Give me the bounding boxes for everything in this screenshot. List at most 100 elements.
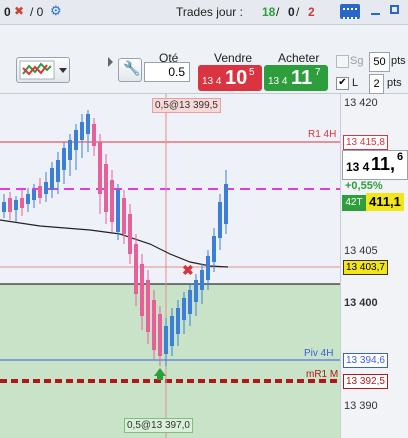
orders-count: / 0 xyxy=(30,5,44,19)
candle-body xyxy=(8,198,12,212)
buy-price-main: 11 xyxy=(291,67,313,89)
order-toolbar: 🔧 Qté 0.5 Vendre 13 4 10 5 Acheter 13 4 … xyxy=(0,25,408,94)
minimize-icon[interactable] xyxy=(371,13,380,15)
pivot-value-tag: 13 394,6 xyxy=(343,353,388,368)
top-status-bar: 0 ✖ / 0 ⚙ Trades jour : 18 / 0 / 2 xyxy=(0,0,408,25)
axis-tick: 13 405 xyxy=(344,245,378,257)
trades-sep: / xyxy=(296,5,300,19)
axis-tick: 13 390 xyxy=(344,400,378,412)
keyboard-icon[interactable] xyxy=(340,4,360,19)
candle-body xyxy=(74,130,78,150)
r1-value-tag: 13 415,8 xyxy=(343,135,388,150)
trades-sep: / xyxy=(276,5,280,19)
trades-lost: 2 xyxy=(308,5,315,19)
candle-body xyxy=(56,160,60,182)
candle-body xyxy=(140,264,144,316)
current-price-main: 11, xyxy=(371,154,396,174)
candle-body xyxy=(170,316,174,346)
candle-body xyxy=(80,122,84,140)
candle-body xyxy=(26,194,30,204)
candle-body xyxy=(164,326,168,354)
sg-pts-label: pts xyxy=(391,55,406,67)
axis-tick: 13 400 xyxy=(344,297,378,309)
sg-checkbox[interactable] xyxy=(336,55,349,68)
candle-body xyxy=(134,244,138,294)
candle-body xyxy=(122,198,126,234)
current-price-prefix: 13 4 xyxy=(346,160,370,174)
candle-body xyxy=(50,168,54,190)
candle-body xyxy=(38,186,42,198)
candle-body xyxy=(176,308,180,334)
position-zone xyxy=(0,284,340,438)
buy-button[interactable]: 13 4 11 7 xyxy=(264,65,328,91)
l-pts-label: pts xyxy=(387,77,402,89)
buy-arrow-stem xyxy=(157,376,163,380)
expand-arrow-icon[interactable] xyxy=(108,57,113,67)
candle-body xyxy=(212,236,216,262)
l-checkbox[interactable]: ✔ xyxy=(336,77,349,90)
candle-body xyxy=(206,256,210,280)
entry-value-tag: 13 403,7 xyxy=(343,260,388,275)
candle-body xyxy=(188,290,192,314)
candle-body xyxy=(182,298,186,320)
candle-body xyxy=(128,214,132,254)
axis-tick: 13 420 xyxy=(344,97,378,109)
candle-body xyxy=(44,182,48,194)
candle-body xyxy=(224,184,228,224)
price-axis[interactable]: 13 420 13 415,8 13 4 11, 6 +0,55% 42T 41… xyxy=(340,94,408,438)
maximize-icon[interactable] xyxy=(390,5,399,14)
buy-label: Acheter xyxy=(278,51,320,65)
sell-price-fraction: 5 xyxy=(249,67,255,78)
trades-won: 18 xyxy=(262,5,276,19)
candle-body xyxy=(116,190,120,232)
open-positions-count: 0 xyxy=(4,5,11,19)
top-trade-tag: 0,5@13 399,5 xyxy=(152,98,221,113)
sell-button[interactable]: 13 4 10 5 xyxy=(198,65,262,91)
bottom-trade-tag: 0,5@13 397,0 xyxy=(124,418,193,433)
qty-input[interactable]: 0.5 xyxy=(144,62,190,82)
candle-body xyxy=(62,148,66,170)
l-label: L xyxy=(352,77,359,89)
change-percent: +0,55% xyxy=(345,180,383,192)
current-price-fraction: 6 xyxy=(397,151,404,163)
mr1-label: mR1 M xyxy=(306,369,339,380)
close-x-icon[interactable]: ✖ xyxy=(14,4,24,18)
l-points-input[interactable]: 2 xyxy=(369,74,384,94)
sell-price-prefix: 13 4 xyxy=(202,76,222,87)
candle-body xyxy=(110,180,114,222)
moving-average-line xyxy=(0,219,229,268)
sg-points-input[interactable]: 50 xyxy=(369,52,390,72)
pivot-label: Piv 4H xyxy=(304,348,334,359)
candle-body xyxy=(20,198,24,208)
last-price-tag: 411,1 xyxy=(366,193,404,211)
candle-body xyxy=(86,114,90,134)
candle-body xyxy=(98,142,102,194)
chart-canvas: ✖ xyxy=(0,94,340,438)
sg-label: Sg xyxy=(350,55,364,67)
mode-tag: 42T xyxy=(342,195,366,211)
chart-indicator-button[interactable] xyxy=(16,57,70,83)
candle-body xyxy=(32,190,36,200)
candle-body xyxy=(14,200,18,210)
candle-body xyxy=(146,280,150,332)
gear-icon[interactable]: ⚙ xyxy=(50,3,62,19)
price-chart[interactable]: ✖ 0,5@13 399,5 0,5@13 397,0 R1 4H Piv 4H… xyxy=(0,94,340,438)
trades-today-label: Trades jour : xyxy=(176,5,243,19)
candle-body xyxy=(200,270,204,290)
buy-price-prefix: 13 4 xyxy=(268,76,288,87)
candle-body xyxy=(68,140,72,160)
candle-body xyxy=(158,314,162,356)
candle-body xyxy=(194,280,198,302)
chart-indicator-icon xyxy=(19,60,67,80)
sell-price-main: 10 xyxy=(225,67,248,89)
current-price-box: 13 4 11, 6 xyxy=(342,150,408,180)
trades-neutral: 0 xyxy=(288,5,295,19)
close-order-marker-icon[interactable]: ✖ xyxy=(182,262,194,278)
mr1-value-tag: 13 392,5 xyxy=(343,374,388,389)
candle-body xyxy=(92,124,96,146)
candle-body xyxy=(218,202,222,238)
settings-button[interactable]: 🔧 xyxy=(118,58,142,82)
candle-body xyxy=(104,164,108,212)
wrench-icon: 🔧 xyxy=(123,60,141,76)
candle-body xyxy=(2,202,6,212)
